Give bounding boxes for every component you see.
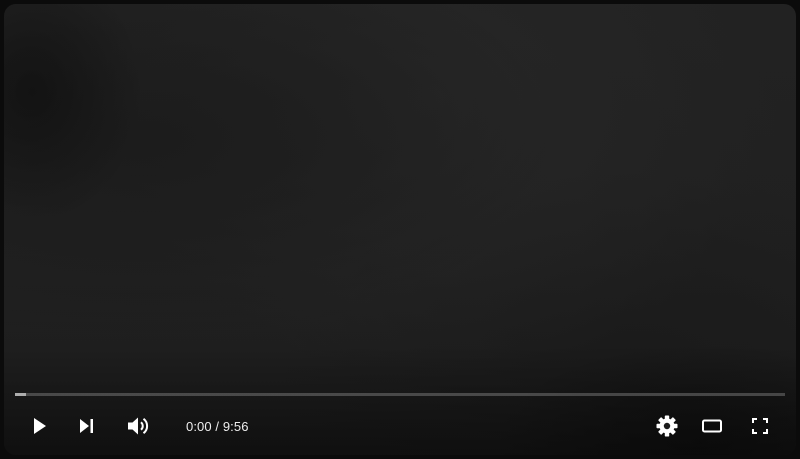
next-button[interactable] [69,408,105,444]
volume-button[interactable] [121,408,157,444]
skip-next-icon [79,419,95,433]
theater-mode-button[interactable] [694,408,730,444]
progress-track[interactable] [15,393,785,396]
current-time: 0:00 [186,418,212,434]
volume-icon [128,416,150,436]
settings-button[interactable] [649,408,685,444]
play-button[interactable] [22,408,58,444]
video-shadow-area [4,4,144,224]
gear-icon [656,415,678,437]
progress-bar[interactable] [15,392,785,397]
fullscreen-button[interactable] [742,408,778,444]
video-player[interactable]: 0:00 / 9:56 [4,4,796,455]
fullscreen-icon [752,418,768,434]
control-bar: 0:00 / 9:56 [4,408,796,444]
duration: 9:56 [222,418,249,434]
time-separator: / [211,418,223,434]
time-display: 0:00 / 9:56 [186,408,249,444]
theater-mode-icon [702,419,722,433]
play-icon [33,418,47,434]
progress-buffered [15,393,26,396]
